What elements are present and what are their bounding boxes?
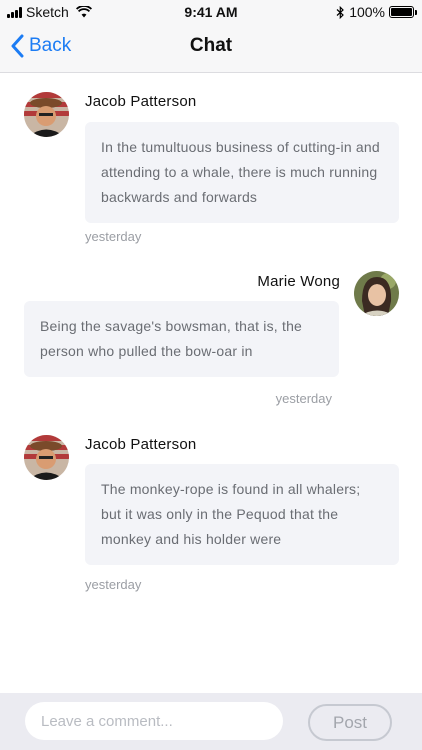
message-timestamp: yesterday: [85, 577, 142, 592]
message-timestamp: yesterday: [85, 229, 142, 244]
message-sender: Jacob Patterson: [85, 436, 197, 453]
message-sender: Jacob Patterson: [85, 93, 197, 110]
battery-percent: 100%: [349, 4, 385, 20]
page-title: Chat: [189, 35, 233, 56]
avatar-image-jacob: [24, 435, 69, 480]
status-right: 100%: [336, 4, 417, 20]
message-sender: Marie Wong: [257, 273, 340, 290]
post-button[interactable]: Post: [308, 704, 392, 741]
avatar-image-marie: [354, 271, 399, 316]
message-timestamp: yesterday: [275, 391, 332, 406]
bluetooth-icon: [336, 5, 345, 19]
message-text: The monkey-rope is found in all whalers;…: [101, 481, 361, 547]
message-bubble: In the tumultuous business of cutting-in…: [85, 122, 399, 223]
nav-bar: Back Chat: [0, 24, 422, 73]
avatar[interactable]: [24, 435, 69, 480]
avatar[interactable]: [24, 92, 69, 137]
message-bubble: The monkey-rope is found in all whalers;…: [85, 464, 399, 565]
message-text: In the tumultuous business of cutting-in…: [101, 139, 380, 205]
message-text: Being the savage's bowsman, that is, the…: [40, 318, 303, 359]
avatar-image-jacob: [24, 92, 69, 137]
avatar[interactable]: [354, 271, 399, 316]
comment-input[interactable]: [25, 702, 283, 740]
message-bubble: Being the savage's bowsman, that is, the…: [24, 301, 339, 377]
battery-icon: [389, 6, 417, 18]
status-bar: Sketch 9:41 AM 100%: [0, 0, 422, 24]
